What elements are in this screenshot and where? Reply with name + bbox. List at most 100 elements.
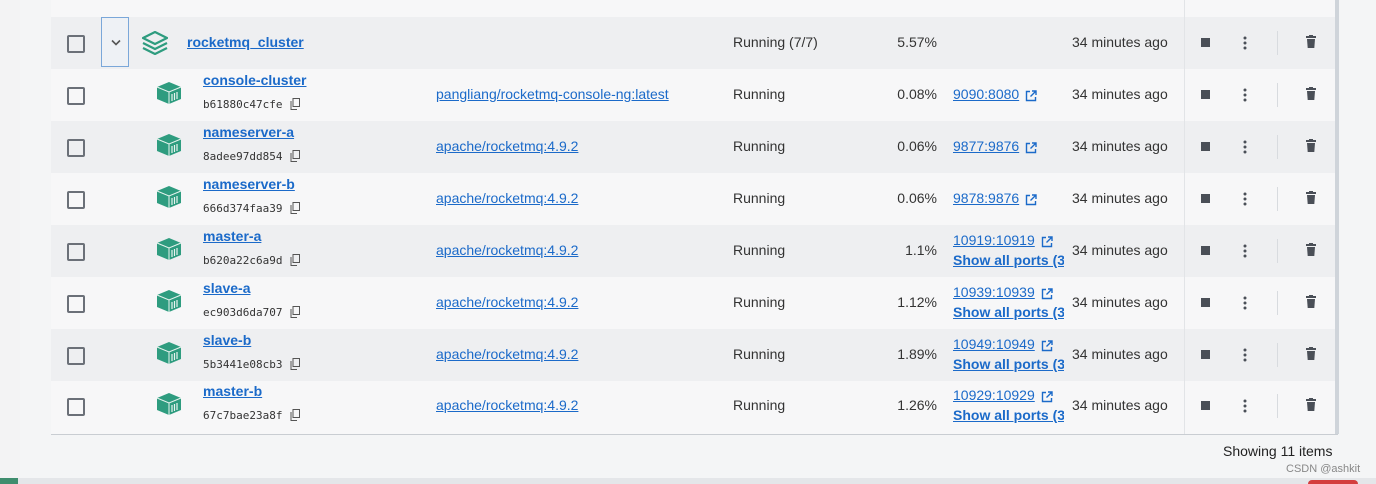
copy-id-button[interactable] — [290, 97, 300, 115]
port-external-link[interactable] — [1025, 193, 1037, 211]
stop-icon[interactable] — [1201, 401, 1210, 410]
copy-icon[interactable] — [290, 150, 300, 162]
show-all-ports-link[interactable]: Show all ports (3 — [953, 304, 1064, 320]
external-link-icon[interactable] — [1025, 90, 1037, 102]
container-started: 34 minutes ago — [1072, 397, 1168, 413]
external-link-icon[interactable] — [1041, 340, 1053, 352]
more-vertical-icon[interactable] — [1243, 399, 1247, 413]
copy-icon[interactable] — [290, 409, 300, 421]
copy-icon[interactable] — [290, 254, 300, 266]
copy-id-button[interactable] — [290, 201, 300, 219]
trash-icon[interactable] — [1306, 87, 1316, 100]
container-row[interactable]: master-b 67c7bae23a8f apache/rocketmq:4.9.… — [51, 380, 1184, 432]
image-link[interactable]: apache/rocketmq:4.9.2 — [436, 294, 578, 310]
more-vertical-icon[interactable] — [1243, 296, 1247, 310]
port-link[interactable]: 10939:10939 — [953, 284, 1035, 300]
container-name-link[interactable]: master-a — [203, 228, 261, 244]
external-link-icon[interactable] — [1041, 236, 1053, 248]
stop-icon[interactable] — [1201, 194, 1210, 203]
trash-icon[interactable] — [1306, 139, 1316, 152]
container-name-link[interactable]: master-b — [203, 383, 262, 399]
vertical-scrollbar[interactable] — [1335, 0, 1339, 434]
copy-id-button[interactable] — [290, 408, 300, 426]
container-name-link[interactable]: nameserver-b — [203, 176, 295, 192]
image-link[interactable]: apache/rocketmq:4.9.2 — [436, 346, 578, 362]
row-checkbox[interactable] — [67, 295, 85, 313]
port-external-link[interactable] — [1025, 89, 1037, 107]
show-all-ports-link[interactable]: Show all ports (3 — [953, 407, 1064, 423]
container-row[interactable]: slave-b 5b3441e08cb3 apache/rocketmq:4.9.2… — [51, 329, 1184, 381]
stop-icon[interactable] — [1201, 246, 1210, 255]
row-actions — [1185, 121, 1335, 173]
port-external-link[interactable] — [1041, 235, 1053, 253]
container-row[interactable]: console-cluster b61880c47cfe pangliang/roc… — [51, 69, 1184, 121]
trash-icon[interactable] — [1306, 295, 1316, 308]
image-link[interactable]: pangliang/rocketmq-console-ng:latest — [436, 86, 669, 102]
container-row[interactable]: nameserver-a 8adee97dd854 apache/rocketmq:… — [51, 121, 1184, 173]
copy-id-button[interactable] — [290, 253, 300, 271]
container-name-link[interactable]: slave-b — [203, 332, 251, 348]
port-link[interactable]: 10929:10929 — [953, 387, 1035, 403]
external-link-icon[interactable] — [1025, 142, 1037, 154]
port-link[interactable]: 10949:10949 — [953, 336, 1035, 352]
trash-icon[interactable] — [1306, 243, 1316, 256]
container-name-link[interactable]: slave-a — [203, 280, 250, 296]
more-vertical-icon[interactable] — [1243, 192, 1247, 206]
container-name-link[interactable]: nameserver-a — [203, 124, 294, 140]
row-checkbox[interactable] — [67, 87, 85, 105]
port-link[interactable]: 9878:9876 — [953, 190, 1019, 206]
show-all-ports-link[interactable]: Show all ports (3 — [953, 252, 1064, 268]
port-link[interactable]: 9877:9876 — [953, 138, 1019, 154]
trash-icon[interactable] — [1306, 35, 1316, 48]
action-separator — [1277, 187, 1278, 211]
external-link-icon[interactable] — [1041, 288, 1053, 300]
more-vertical-icon[interactable] — [1243, 36, 1247, 50]
image-link[interactable]: apache/rocketmq:4.9.2 — [436, 190, 578, 206]
copy-icon[interactable] — [290, 98, 300, 110]
more-vertical-icon[interactable] — [1243, 244, 1247, 258]
port-external-link[interactable] — [1041, 339, 1053, 357]
copy-icon[interactable] — [290, 358, 300, 370]
container-row[interactable]: nameserver-b 666d374faa39 apache/rocketmq:… — [51, 173, 1184, 225]
row-checkbox[interactable] — [67, 191, 85, 209]
port-external-link[interactable] — [1025, 141, 1037, 159]
container-started: 34 minutes ago — [1072, 346, 1168, 362]
more-vertical-icon[interactable] — [1243, 140, 1247, 154]
copy-id-button[interactable] — [290, 305, 300, 323]
row-checkbox[interactable] — [67, 398, 85, 416]
stop-icon[interactable] — [1201, 142, 1210, 151]
row-checkbox[interactable] — [67, 139, 85, 157]
image-link[interactable]: apache/rocketmq:4.9.2 — [436, 138, 578, 154]
more-vertical-icon[interactable] — [1243, 348, 1247, 362]
port-external-link[interactable] — [1041, 390, 1053, 408]
expand-toggle[interactable] — [101, 17, 129, 67]
port-link[interactable]: 9090:8080 — [953, 86, 1019, 102]
row-checkbox[interactable] — [67, 243, 85, 261]
external-link-icon[interactable] — [1041, 391, 1053, 403]
show-all-ports-link[interactable]: Show all ports (3 — [953, 356, 1064, 372]
copy-icon[interactable] — [290, 202, 300, 214]
row-checkbox[interactable] — [67, 347, 85, 365]
copy-icon[interactable] — [290, 306, 300, 318]
trash-icon[interactable] — [1306, 191, 1316, 204]
trash-icon[interactable] — [1306, 398, 1316, 411]
group-row[interactable]: rocketmq_cluster Running (7/7) 5.57% 34 … — [51, 17, 1184, 69]
stop-icon[interactable] — [1201, 298, 1210, 307]
more-vertical-icon[interactable] — [1243, 88, 1247, 102]
stop-icon[interactable] — [1201, 38, 1210, 47]
stop-icon[interactable] — [1201, 90, 1210, 99]
trash-icon[interactable] — [1306, 347, 1316, 360]
copy-id-button[interactable] — [290, 357, 300, 375]
group-checkbox[interactable] — [67, 35, 85, 53]
port-external-link[interactable] — [1041, 287, 1053, 305]
stop-icon[interactable] — [1201, 350, 1210, 359]
image-link[interactable]: apache/rocketmq:4.9.2 — [436, 242, 578, 258]
image-link[interactable]: apache/rocketmq:4.9.2 — [436, 397, 578, 413]
container-row[interactable]: master-a b620a22c6a9d apache/rocketmq:4.9.… — [51, 225, 1184, 277]
group-name-link[interactable]: rocketmq_cluster — [187, 34, 304, 50]
external-link-icon[interactable] — [1025, 194, 1037, 206]
port-link[interactable]: 10919:10919 — [953, 232, 1035, 248]
container-row[interactable]: slave-a ec903d6da707 apache/rocketmq:4.9.2… — [51, 277, 1184, 329]
copy-id-button[interactable] — [290, 149, 300, 167]
container-name-link[interactable]: console-cluster — [203, 72, 306, 88]
